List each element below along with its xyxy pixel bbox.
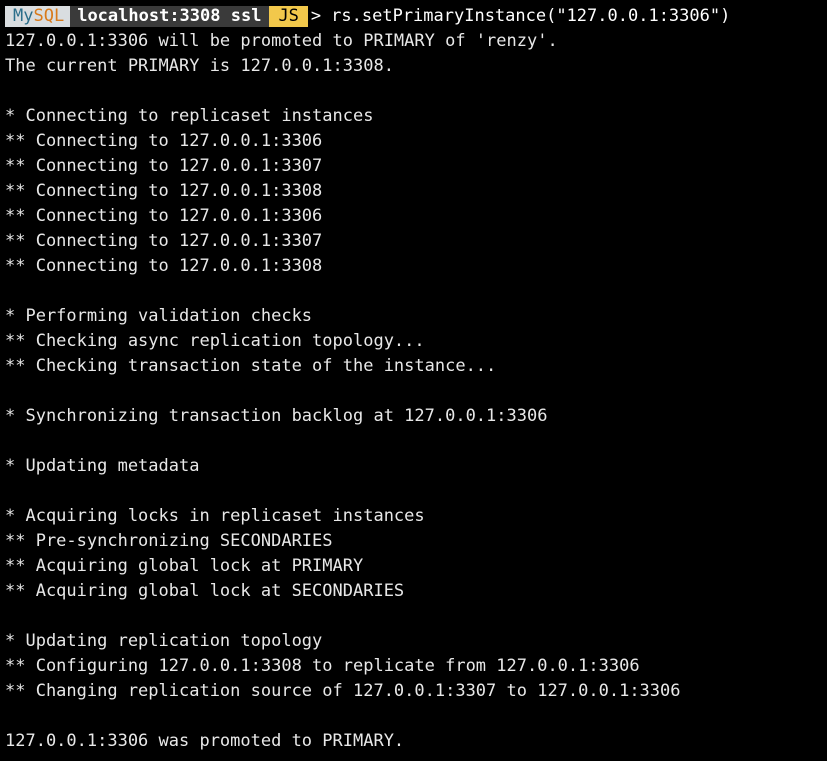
- output-line: * Synchronizing transaction backlog at 1…: [5, 406, 548, 426]
- output-line: ** Changing replication source of 127.0.…: [5, 681, 681, 701]
- output-line: 127.0.0.1:3306 will be promoted to PRIMA…: [5, 31, 558, 51]
- output-line: ** Connecting to 127.0.0.1:3306: [5, 131, 323, 151]
- blank-output-line: [5, 704, 827, 729]
- output-line: * Performing validation checks: [5, 306, 313, 326]
- blank-output-line: [5, 79, 827, 104]
- output-line: The current PRIMARY is 127.0.0.1:3308.: [5, 56, 394, 76]
- output-line: ** Connecting to 127.0.0.1:3308: [5, 181, 323, 201]
- prompt-arrow: >: [310, 6, 322, 26]
- blank-output-line: [5, 479, 827, 504]
- blank-output-line: [5, 379, 827, 404]
- blank-output-line: [5, 429, 827, 454]
- blank-output-line: [5, 279, 827, 304]
- output-line: ** Connecting to 127.0.0.1:3307: [5, 156, 323, 176]
- output-line: * Updating metadata: [5, 456, 200, 476]
- language-badge: JS: [269, 6, 308, 27]
- mysql-mode-prefix: My: [13, 6, 34, 26]
- output-line: * Acquiring locks in replicaset instance…: [5, 506, 425, 526]
- output-line: ** Acquiring global lock at SECONDARIES: [5, 581, 405, 601]
- output-line: * Connecting to replicaset instances: [5, 106, 374, 126]
- output-line: ** Checking async replication topology..…: [5, 331, 425, 351]
- output-line: ** Checking transaction state of the ins…: [5, 356, 497, 376]
- terminal-window[interactable]: MySQL localhost:3308 ssl JS > rs.setPrimaryI…: [0, 0, 827, 761]
- connection-badge: localhost:3308 ssl: [70, 6, 270, 27]
- output-line: 127.0.0.1:3306 was promoted to PRIMARY.: [5, 731, 405, 751]
- command-output: 127.0.0.1:3306 will be promoted to PRIMA…: [5, 29, 827, 754]
- output-line: ** Configuring 127.0.0.1:3308 to replica…: [5, 656, 640, 676]
- mysql-mode-suffix: SQL: [33, 6, 65, 26]
- command-input[interactable]: rs.setPrimaryInstance("127.0.0.1:3306"): [321, 4, 730, 29]
- output-line: ** Connecting to 127.0.0.1:3308: [5, 256, 323, 276]
- output-line: ** Pre-synchronizing SECONDARIES: [5, 531, 333, 551]
- output-line: * Updating replication topology: [5, 631, 323, 651]
- output-line: ** Connecting to 127.0.0.1:3307: [5, 231, 323, 251]
- output-line: ** Connecting to 127.0.0.1:3306: [5, 206, 323, 226]
- mysql-mode-badge: MySQL: [5, 6, 71, 27]
- blank-output-line: [5, 604, 827, 629]
- shell-prompt-line: MySQL localhost:3308 ssl JS > rs.setPrimaryI…: [5, 4, 827, 29]
- output-line: ** Acquiring global lock at PRIMARY: [5, 556, 364, 576]
